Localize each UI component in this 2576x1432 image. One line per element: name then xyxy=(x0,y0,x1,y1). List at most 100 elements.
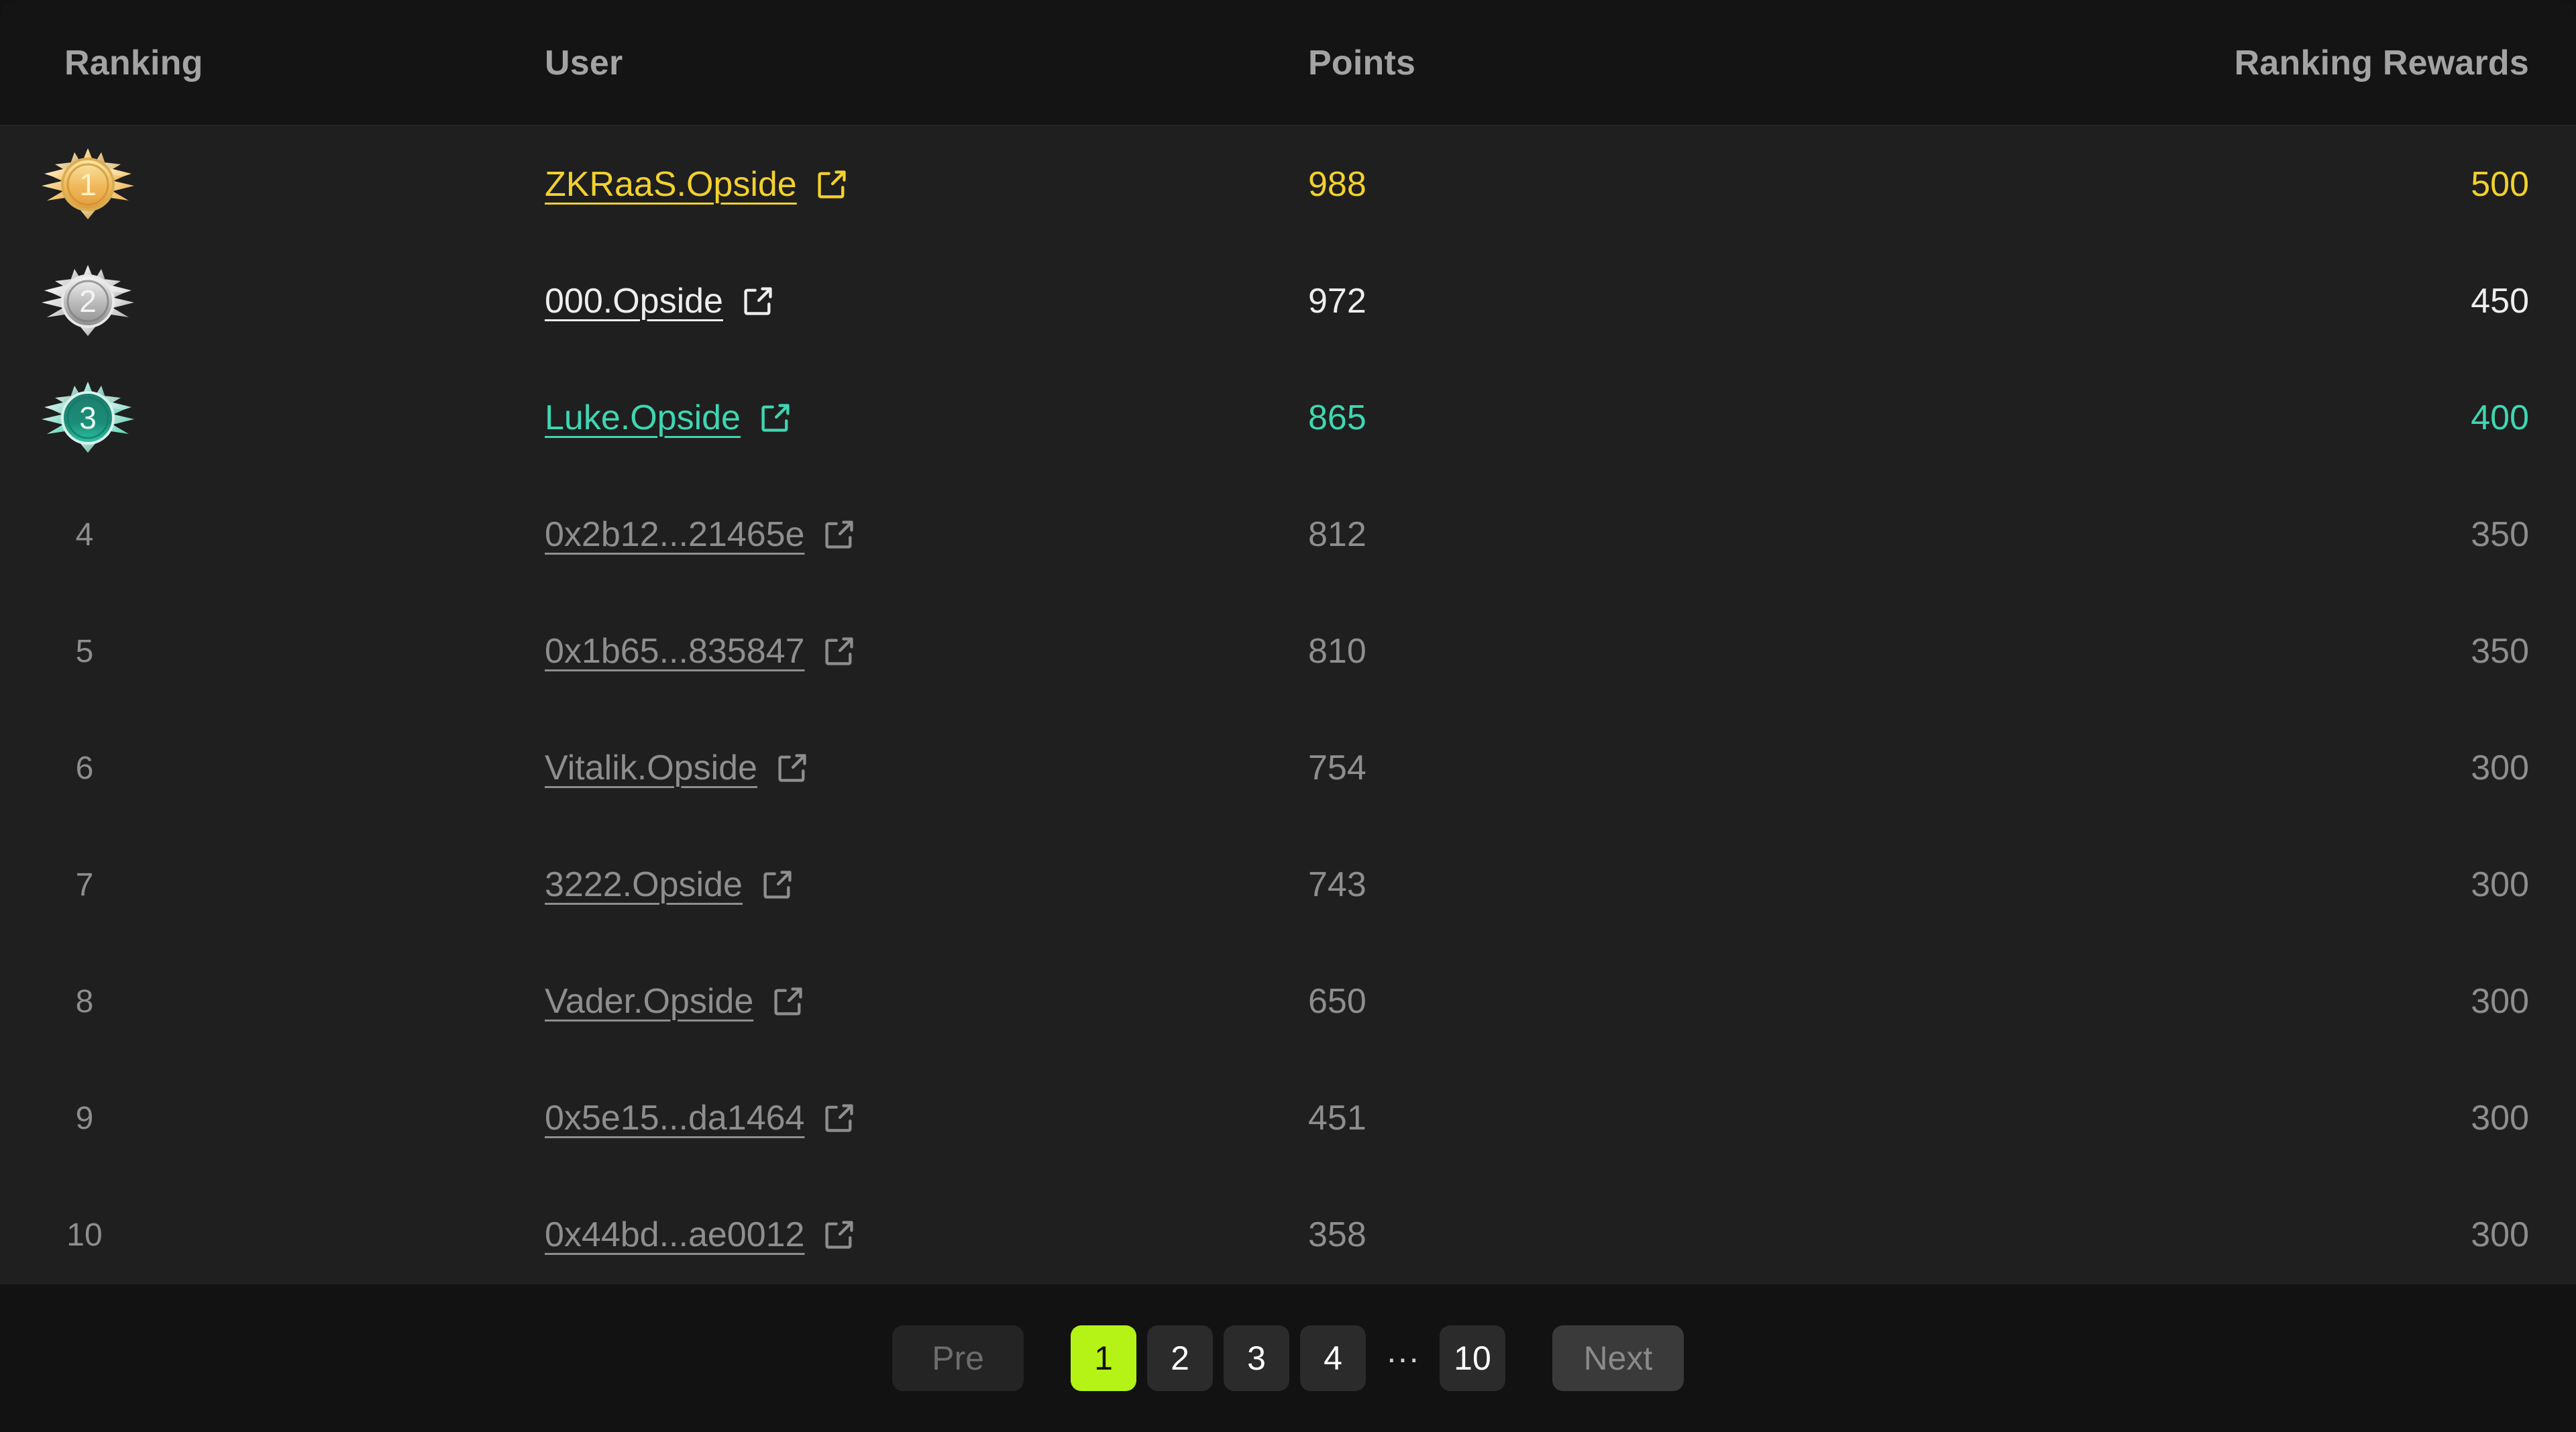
rank-cell: 1 xyxy=(0,147,530,222)
column-header-user-cell: User xyxy=(530,43,1308,83)
user-cell: Vitalik.Opside xyxy=(530,748,1308,788)
user-name-link[interactable]: Vader.Opside xyxy=(545,981,753,1022)
external-link-icon[interactable] xyxy=(723,284,775,319)
reward-value: 450 xyxy=(2471,282,2529,321)
rank-cell: 6 xyxy=(0,750,530,787)
rank-cell: 7 xyxy=(0,867,530,903)
rank-cell: 3 xyxy=(0,380,530,455)
points-cell: 358 xyxy=(1308,1215,1992,1255)
user-cell: 3222.Opside xyxy=(530,865,1308,905)
pagination-page-3[interactable]: 3 xyxy=(1224,1325,1290,1391)
svg-text:1: 1 xyxy=(79,167,97,202)
external-link-icon[interactable] xyxy=(804,517,857,552)
user-name-link[interactable]: ZKRaaS.Opside xyxy=(545,164,797,205)
user-cell: 0x2b12...21465e xyxy=(530,514,1308,555)
reward-cell: 400 xyxy=(1992,398,2576,438)
user-cell: 0x44bd...ae0012 xyxy=(530,1215,1308,1255)
user-name-link[interactable]: 000.Opside xyxy=(545,281,723,321)
bronze-medal-icon: 3 xyxy=(42,380,138,455)
external-link-icon[interactable] xyxy=(797,167,849,202)
pagination-page-last[interactable]: 10 xyxy=(1439,1325,1505,1391)
points-value: 358 xyxy=(1308,1215,1366,1254)
rank-number: 8 xyxy=(75,983,94,1020)
reward-cell: 300 xyxy=(1992,981,2576,1022)
table-row: 7 3222.Opside 743 300 xyxy=(0,826,2576,943)
user-name-link[interactable]: Vitalik.Opside xyxy=(545,748,757,788)
external-link-icon[interactable] xyxy=(743,867,795,902)
reward-value: 350 xyxy=(2471,515,2529,554)
rank-cell: 9 xyxy=(0,1100,530,1137)
rank-number: 5 xyxy=(75,633,94,669)
user-cell: 0x1b65...835847 xyxy=(530,631,1308,671)
table-row: 3 Luke.Opside 865 400 xyxy=(0,360,2576,476)
user-name-link[interactable]: 0x1b65...835847 xyxy=(545,631,804,671)
external-link-icon[interactable] xyxy=(741,400,793,435)
user-name-link[interactable]: 3222.Opside xyxy=(545,865,743,905)
points-value: 451 xyxy=(1308,1099,1366,1138)
pagination-page-4[interactable]: 4 xyxy=(1300,1325,1366,1391)
points-cell: 865 xyxy=(1308,398,1992,438)
external-link-icon[interactable] xyxy=(757,751,810,785)
points-cell: 451 xyxy=(1308,1098,1992,1138)
external-link-icon[interactable] xyxy=(804,634,857,669)
rank-number: 9 xyxy=(75,1100,94,1136)
points-cell: 988 xyxy=(1308,164,1992,205)
rank-number: 6 xyxy=(75,750,94,786)
pagination-next-button[interactable]: Next xyxy=(1552,1325,1684,1391)
leaderboard-table: Ranking User Points Ranking Rewards 1 ZKR… xyxy=(0,0,2576,1432)
points-cell: 754 xyxy=(1308,748,1992,788)
reward-value: 300 xyxy=(2471,865,2529,904)
external-link-icon[interactable] xyxy=(804,1101,857,1136)
reward-value: 300 xyxy=(2471,982,2529,1021)
reward-value: 300 xyxy=(2471,1215,2529,1254)
reward-cell: 300 xyxy=(1992,1215,2576,1255)
table-row: 9 0x5e15...da1464 451 300 xyxy=(0,1060,2576,1176)
user-cell: Luke.Opside xyxy=(530,398,1308,438)
pagination-prev-button[interactable]: Pre xyxy=(892,1325,1024,1391)
table-row: 4 0x2b12...21465e 812 350 xyxy=(0,476,2576,593)
user-name-link[interactable]: Luke.Opside xyxy=(545,398,741,438)
rank-cell: 2 xyxy=(0,264,530,339)
column-header-ranking: Ranking xyxy=(64,44,203,82)
table-row: 10 0x44bd...ae0012 358 300 xyxy=(0,1176,2576,1284)
user-cell: 000.Opside xyxy=(530,281,1308,321)
pagination-controls: Pre 1 2 3 4 ··· 10 Next xyxy=(887,1325,1689,1391)
rank-number: 10 xyxy=(66,1217,103,1253)
column-header-ranking-rewards: Ranking Rewards xyxy=(2234,44,2529,82)
points-value: 988 xyxy=(1308,165,1366,204)
svg-text:2: 2 xyxy=(79,284,97,319)
user-name-link[interactable]: 0x44bd...ae0012 xyxy=(545,1215,804,1255)
pagination-page-1[interactable]: 1 xyxy=(1071,1325,1137,1391)
table-row: 2 000.Opside 972 450 xyxy=(0,243,2576,360)
points-cell: 812 xyxy=(1308,514,1992,555)
points-value: 865 xyxy=(1308,398,1366,437)
table-body: 1 ZKRaaS.Opside 988 500 2 000.Opside 972 450 3 Lu… xyxy=(0,126,2576,1284)
reward-cell: 350 xyxy=(1992,631,2576,671)
rank-number: 7 xyxy=(75,867,94,903)
pagination-page-2[interactable]: 2 xyxy=(1147,1325,1214,1391)
points-cell: 743 xyxy=(1308,865,1992,905)
table-row: 8 Vader.Opside 650 300 xyxy=(0,943,2576,1060)
user-cell: Vader.Opside xyxy=(530,981,1308,1022)
reward-cell: 450 xyxy=(1992,281,2576,321)
points-cell: 650 xyxy=(1308,981,1992,1022)
reward-value: 500 xyxy=(2471,165,2529,204)
user-name-link[interactable]: 0x2b12...21465e xyxy=(545,514,804,555)
column-header-user: User xyxy=(545,44,623,82)
column-header-reward-cell: Ranking Rewards xyxy=(1992,43,2576,83)
points-value: 754 xyxy=(1308,749,1366,787)
reward-cell: 300 xyxy=(1992,865,2576,905)
silver-medal-icon: 2 xyxy=(42,264,138,339)
reward-cell: 300 xyxy=(1992,1098,2576,1138)
table-row: 5 0x1b65...835847 810 350 xyxy=(0,593,2576,710)
points-value: 810 xyxy=(1308,632,1366,671)
user-name-link[interactable]: 0x5e15...da1464 xyxy=(545,1098,804,1138)
column-header-ranking-cell: Ranking xyxy=(0,43,530,83)
reward-cell: 500 xyxy=(1992,164,2576,205)
pagination-ellipsis: ··· xyxy=(1386,1339,1419,1377)
reward-cell: 350 xyxy=(1992,514,2576,555)
external-link-icon[interactable] xyxy=(804,1217,857,1252)
pagination-bar: Pre 1 2 3 4 ··· 10 Next xyxy=(0,1284,2576,1432)
points-value: 972 xyxy=(1308,282,1366,321)
external-link-icon[interactable] xyxy=(753,984,806,1019)
